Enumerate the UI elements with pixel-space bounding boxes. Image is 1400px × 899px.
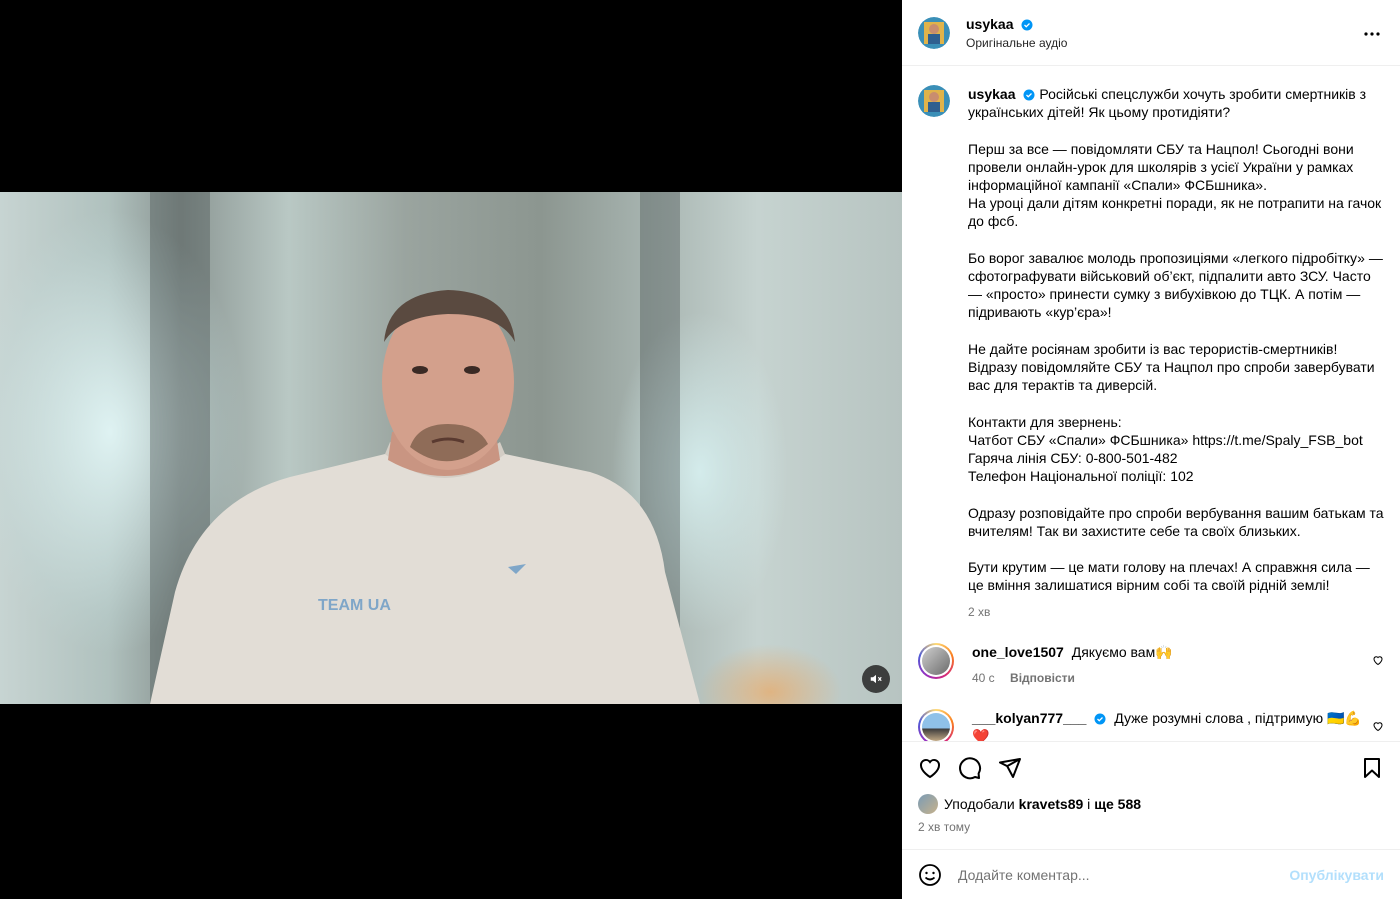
liked-by-user[interactable]: kravets89 (1019, 796, 1084, 812)
comment-bubble-icon (959, 757, 982, 780)
video-frame-person: TEAM UA (150, 290, 700, 704)
send-icon (999, 758, 1021, 778)
username-link[interactable]: usykaa (966, 16, 1013, 32)
heart-icon (1373, 722, 1383, 732)
comment: one_love1507 Дякуємо вам🙌 40 с Відповіст… (918, 642, 1384, 687)
post-media: TEAM UA (0, 0, 902, 899)
avatar[interactable] (918, 708, 954, 741)
more-horizontal-icon (1364, 32, 1380, 36)
comment-username[interactable]: one_love1507 (972, 644, 1064, 660)
publish-button[interactable]: Опублікувати (1289, 867, 1384, 883)
caption-paragraph: Перш за все — повідомляти СБУ та Нацпол!… (968, 140, 1382, 230)
verified-badge-icon (1021, 19, 1033, 30)
share-button[interactable] (998, 756, 1022, 780)
verified-badge-icon (1094, 713, 1106, 725)
like-button[interactable] (918, 756, 942, 780)
shirt-print: TEAM UA (318, 597, 391, 614)
emoji-icon (919, 863, 941, 886)
heart-icon (920, 758, 940, 779)
caption: usykaa Російські спецслужби хочуть зроби… (918, 85, 1384, 621)
post-header: usykaa Оригінальне аудіо (902, 0, 1400, 66)
video-player[interactable]: TEAM UA (0, 192, 902, 704)
liked-by-and: і (1087, 796, 1091, 812)
comment-like-button[interactable] (1372, 719, 1384, 735)
more-options-button[interactable] (1360, 22, 1384, 49)
comments-scroll-area[interactable]: usykaa Російські спецслужби хочуть зроби… (902, 67, 1400, 741)
comment-text: Дякуємо вам🙌 (1071, 643, 1173, 660)
caption-time: 2 хв (968, 604, 991, 619)
caption-paragraph: Бути крутим — це мати голову на плечах! … (968, 559, 1370, 594)
heart-icon (1373, 656, 1383, 666)
avatar[interactable] (918, 16, 950, 49)
audio-link[interactable]: Оригінальне аудіо (966, 36, 1067, 50)
caption-paragraph: Бо ворог завалює молодь пропозиціями «ле… (968, 249, 1383, 321)
post-panel: usykaa Оригінальне аудіо usykaa Російськ… (902, 0, 1400, 899)
reply-button[interactable]: Відповісти (1010, 671, 1075, 685)
comment-time: 40 с (972, 670, 995, 685)
comment-like-button[interactable] (1372, 653, 1384, 669)
avatar[interactable] (918, 642, 954, 679)
speaker-muted-icon (870, 674, 882, 684)
bookmark-icon (1364, 758, 1380, 778)
caption-paragraph: Контакти для звернень: Чатбот СБУ «Спали… (968, 413, 1363, 485)
likes-summary[interactable]: Уподобали kravets89 і ще 588 (918, 794, 1384, 814)
caption-username[interactable]: usykaa (968, 86, 1015, 102)
save-button[interactable] (1360, 756, 1384, 780)
comment-username[interactable]: ___kolyan777___ (972, 710, 1086, 726)
comment: ___kolyan777___ Дуже розумні слова , під… (918, 708, 1384, 741)
add-comment-bar: Опублікувати (902, 849, 1400, 899)
emoji-button[interactable] (918, 863, 942, 887)
comment-input[interactable] (958, 866, 1290, 883)
post-actions: Уподобали kravets89 і ще 588 2 хв тому (902, 741, 1400, 849)
post-time: 2 хв тому (918, 820, 971, 834)
mute-button[interactable] (862, 665, 890, 693)
likes-count[interactable]: ще 588 (1094, 796, 1141, 812)
caption-paragraph: Одразу розповідайте про спроби вербуванн… (968, 504, 1384, 539)
caption-text: usykaa Російські спецслужби хочуть зроби… (968, 85, 1384, 621)
avatar[interactable] (918, 85, 950, 117)
caption-paragraph: Не дайте росіянам зробити із вас терорис… (968, 340, 1375, 394)
liker-avatar (918, 794, 938, 814)
liked-by-prefix: Уподобали (944, 796, 1015, 812)
comment-button[interactable] (958, 756, 982, 780)
verified-badge-icon (1023, 89, 1035, 101)
